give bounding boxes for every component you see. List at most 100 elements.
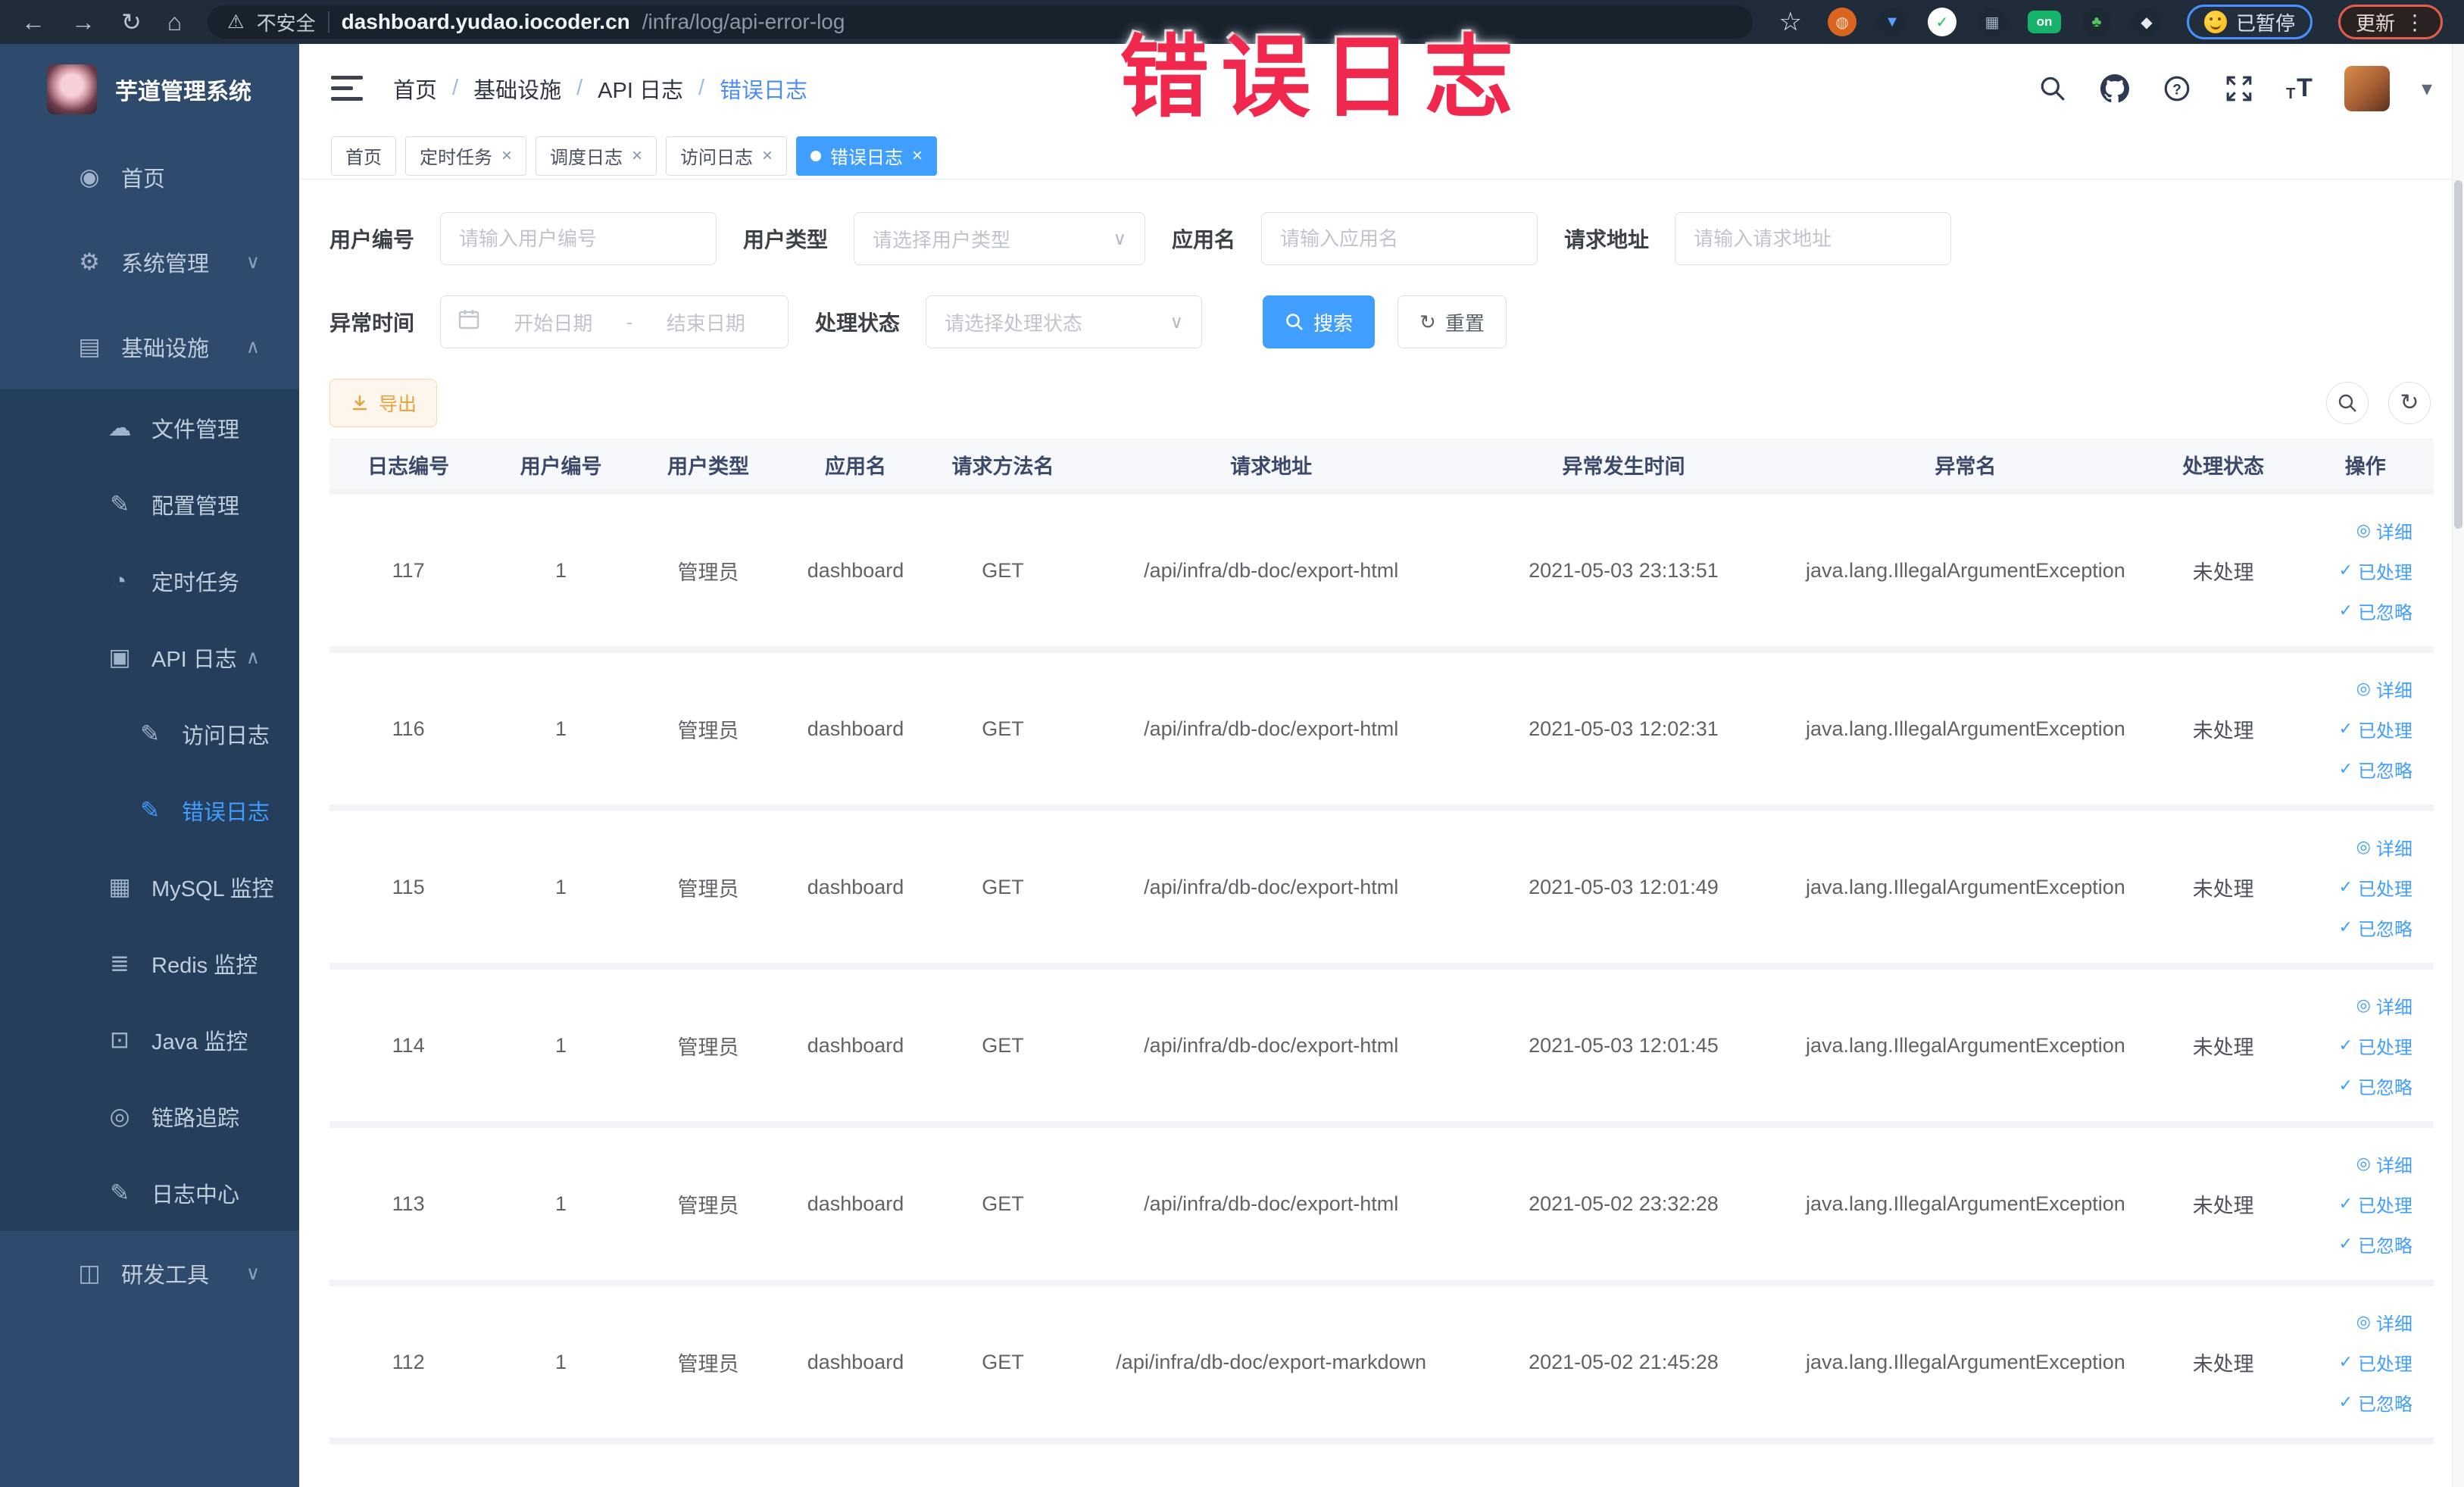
table-row: 116 1 管理员 dashboard GET/api/infra/db-doc/exp… [329,653,2434,811]
sidebar-item-dev-tools[interactable]: ◫ 研发工具 ∨ [0,1231,299,1316]
request-url-input[interactable] [1675,212,1952,265]
sidebar-item-redis[interactable]: ≣ Redis 监控 [0,925,299,1001]
sidebar-item-home[interactable]: ◉ 首页 [0,135,299,220]
export-button[interactable]: 导出 [329,379,438,427]
op-已处理[interactable]: ✓ 已处理 [2339,716,2412,742]
end-date-placeholder[interactable]: 结束日期 [640,308,771,336]
chevron-down-icon[interactable]: ▾ [2422,76,2432,101]
op-已忽略[interactable]: ✓ 已忽略 [2339,1389,2412,1416]
op-已忽略[interactable]: ✓ 已忽略 [2339,1231,2412,1257]
not-secure-label[interactable]: 不安全 [257,8,316,36]
avatar[interactable] [2344,65,2390,111]
op-已忽略[interactable]: ✓ 已忽略 [2339,914,2412,941]
sidebar-item-job[interactable]: ◔ 定时任务 [0,542,299,619]
ext-sprout-icon[interactable]: ♣ [2081,8,2111,36]
ext-on-badge-icon[interactable]: on [2027,11,2061,33]
sidebar-item-config[interactable]: ✎ 配置管理 [0,466,299,542]
op-已处理[interactable]: ✓ 已处理 [2339,1191,2412,1217]
active-tab-dot [810,150,822,161]
sidebar-item-infra[interactable]: ▤ 基础设施 ∧ [0,305,299,389]
op-已处理[interactable]: ✓ 已处理 [2339,558,2412,584]
op-已忽略[interactable]: ✓ 已忽略 [2339,1073,2412,1099]
start-date-placeholder[interactable]: 开始日期 [488,308,619,336]
hamburger-icon[interactable] [331,76,363,101]
sidebar-item-system[interactable]: ⚙ 系统管理 ∨ [0,220,299,305]
refresh-table-button[interactable]: ↻ [2388,382,2431,424]
reset-button[interactable]: ↻ 重置 [1398,295,1507,348]
process-status-select[interactable]: 请选择处理状态 ∨ [926,295,1203,348]
tab-access-log[interactable]: 访问日志 × [666,136,788,176]
op-已处理[interactable]: ✓ 已处理 [2339,1032,2412,1059]
sidebar-item-file[interactable]: ☁ 文件管理 [0,389,299,466]
tab-home[interactable]: 首页 [331,136,396,176]
tab-error-log[interactable]: 错误日志 × [796,136,938,176]
sidebar-item-api-log[interactable]: ▣ API 日志 ∧ [0,619,299,695]
breadcrumb-item[interactable]: 首页 [393,73,437,105]
logo-row[interactable]: 芋道管理系统 [0,44,299,135]
app-name-input[interactable] [1261,212,1538,265]
browser-toolbar: ← → ↻ ⌂ ⚠ 不安全 dashboard.yudao.iocoder.cn… [0,0,2464,44]
cell-user_type: 管理员 [677,1036,739,1059]
op-详细[interactable]: ◎ 详细 [2356,517,2412,544]
browser-update-button[interactable]: 更新 ⋮ [2338,5,2443,39]
font-size-icon[interactable]: TT [2286,73,2313,103]
github-icon[interactable] [2100,73,2130,104]
close-tab-icon[interactable]: × [762,145,773,167]
breadcrumb-item[interactable]: API 日志 [598,73,683,105]
bookmark-star-icon[interactable]: ☆ [1779,7,1801,37]
help-icon[interactable]: ? [2162,73,2192,104]
ext-orange-icon[interactable]: ◍ [1827,8,1857,36]
op-详细[interactable]: ◎ 详细 [2356,1151,2412,1177]
sidebar-item-mysql[interactable]: ▦ MySQL 监控 [0,848,299,925]
op-详细[interactable]: ◎ 详细 [2356,676,2412,702]
sidebar-item-access-log[interactable]: ✎ 访问日志 [0,695,299,772]
user-type-select[interactable]: 请选择用户类型 ∨ [854,212,1146,265]
browser-forward-icon[interactable]: → [71,10,95,34]
user-id-label: 用户编号 [329,228,415,251]
op-已忽略[interactable]: ✓ 已忽略 [2339,598,2412,624]
ext-green-check-icon[interactable]: ✓ [1927,8,1957,36]
sidebar-item-label: 配置管理 [151,494,240,519]
close-tab-icon[interactable]: × [501,145,512,167]
ext-puzzle-icon[interactable]: ◆ [2131,8,2161,36]
op-详细[interactable]: ◎ 详细 [2356,992,2412,1019]
page-scrollbar[interactable] [2452,44,2464,1487]
sidebar-item-java[interactable]: ⊡ Java 监控 [0,1001,299,1078]
op-已处理[interactable]: ✓ 已处理 [2339,874,2412,901]
close-tab-icon[interactable]: × [632,145,642,167]
cell-time: 2021-05-02 21:45:28 [1529,1350,1719,1373]
browser-back-icon[interactable]: ← [21,10,45,34]
op-已忽略[interactable]: ✓ 已忽略 [2339,756,2412,783]
export-button-label: 导出 [379,394,417,415]
op-已处理[interactable]: ✓ 已处理 [2339,1349,2412,1376]
ext-shield-icon[interactable]: ▼ [1877,8,1907,36]
breadcrumb-item[interactable]: 错误日志 [720,73,807,105]
tab-job[interactable]: 定时任务 × [405,136,527,176]
search-button[interactable]: 搜索 [1263,295,1376,348]
tab-job-log[interactable]: 调度日志 × [536,136,657,176]
cell-user_type: 管理员 [677,719,739,742]
fullscreen-icon[interactable] [2224,73,2254,104]
toggle-search-button[interactable] [2326,382,2369,424]
user-id-input[interactable] [440,212,717,265]
cell-user_type: 管理员 [677,1194,739,1217]
recorder-paused-pill[interactable]: 已暂停 [2186,5,2313,39]
sidebar-item-trace[interactable]: ◎ 链路追踪 [0,1078,299,1154]
op-详细[interactable]: ◎ 详细 [2356,1309,2412,1335]
sidebar-item-log-center[interactable]: ✎ 日志中心 [0,1154,299,1231]
search-icon[interactable] [2038,73,2068,104]
exception-time-range-picker[interactable]: 开始日期 - 结束日期 [440,295,789,348]
browser-reload-icon[interactable]: ↻ [121,10,142,34]
cell-url: /api/infra/db-doc/export-html [1144,558,1399,582]
address-bar[interactable]: ⚠ 不安全 dashboard.yudao.iocoder.cn /infra/… [208,5,1754,39]
breadcrumb-item[interactable]: 基础设施 [473,73,561,105]
op-label: 已处理 [2358,720,2412,742]
browser-home-icon[interactable]: ⌂ [167,10,182,34]
ext-grid-icon[interactable]: ▦ [1977,8,2006,36]
sidebar-item-error-log[interactable]: ✎ 错误日志 [0,772,299,848]
scrollbar-thumb[interactable] [2454,180,2462,529]
op-详细[interactable]: ◎ 详细 [2356,834,2412,861]
close-tab-icon[interactable]: × [912,145,923,167]
browser-menu-icon[interactable]: ⋮ [2404,10,2425,35]
op-label: 已处理 [2358,1354,2412,1375]
